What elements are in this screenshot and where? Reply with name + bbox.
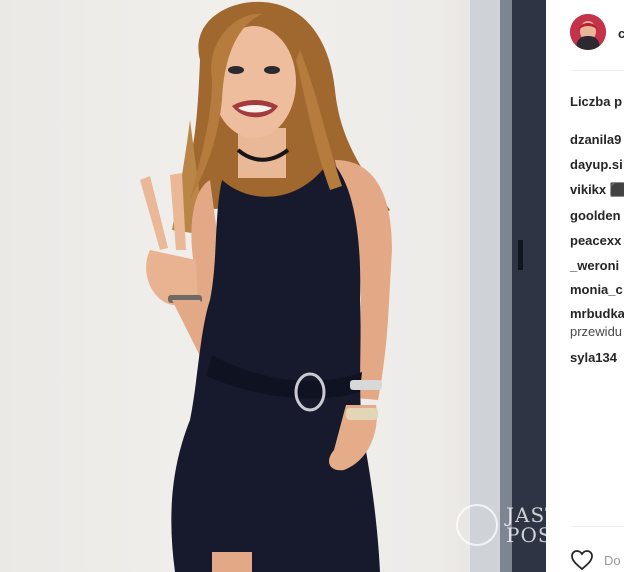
comment-user[interactable]: dayup.si (570, 157, 623, 172)
post-photo[interactable]: JAST POS (0, 0, 546, 572)
watermark-line-2: POS (506, 523, 546, 547)
comment-user[interactable]: _weroni (570, 258, 619, 273)
likes-count[interactable]: Liczba p (570, 94, 622, 109)
watermark: JAST POS (456, 500, 546, 550)
avatar-image (570, 14, 606, 50)
watermark-line-1: JAST (506, 503, 546, 527)
post-username[interactable]: c (618, 26, 624, 41)
comment-user[interactable]: vikikx ⬛ (570, 182, 624, 198)
header-divider (570, 70, 624, 71)
avatar[interactable] (570, 14, 606, 50)
comment-text: przewidu (570, 324, 623, 339)
comment-user[interactable]: monia_c (570, 282, 623, 297)
comment-user[interactable]: syla134 (570, 350, 617, 365)
comment-user[interactable]: dzanila9 (570, 132, 621, 147)
comment-user[interactable]: peacexx (570, 233, 621, 248)
heart-outline-icon[interactable] (570, 549, 594, 571)
watermark-text: JAST POS (506, 505, 546, 545)
footer-divider (570, 526, 624, 527)
watermark-logo (456, 504, 498, 546)
comment-user[interactable]: goolden (570, 208, 621, 223)
comment-user[interactable]: mrbudka (570, 306, 624, 321)
add-comment-input[interactable]: Do (604, 553, 621, 568)
photo-illustration (140, 0, 546, 572)
